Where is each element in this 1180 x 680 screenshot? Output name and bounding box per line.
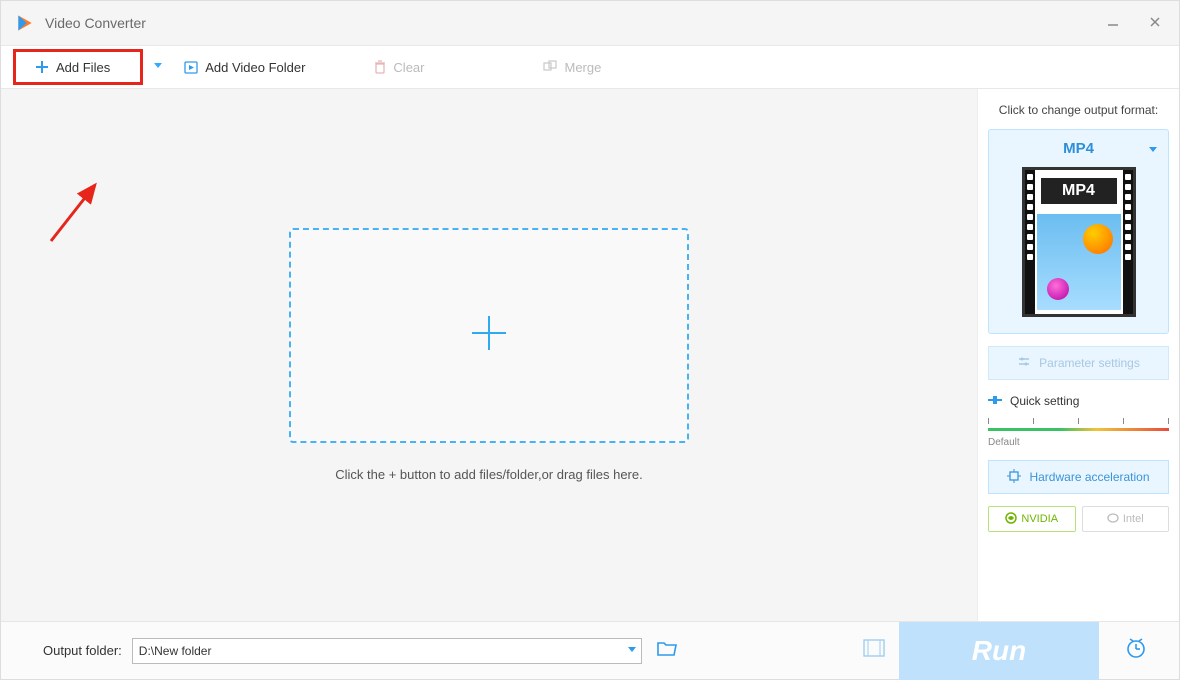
output-folder-path: D:\New folder (139, 644, 212, 658)
nvidia-chip[interactable]: NVIDIA (988, 506, 1076, 532)
quick-setting-icon (988, 394, 1002, 408)
minimize-button[interactable] (1103, 11, 1123, 35)
footer: Output folder: D:\New folder Run (1, 621, 1179, 679)
sliders-icon (1017, 355, 1031, 372)
body-area: Click the + button to add files/folder,o… (1, 89, 1179, 621)
intel-icon (1107, 512, 1119, 527)
hardware-acceleration-button[interactable]: Hardware acceleration (988, 460, 1169, 494)
side-panel: Click to change output format: MP4 MP4 P… (977, 89, 1179, 621)
output-folder-label: Output folder: (43, 643, 122, 658)
intel-chip[interactable]: Intel (1082, 506, 1170, 532)
hardware-accel-label: Hardware acceleration (1029, 470, 1149, 484)
chevron-down-icon (1148, 142, 1158, 160)
parameter-settings-button[interactable]: Parameter settings (988, 346, 1169, 380)
chip-icon (1007, 469, 1021, 486)
gpu-row: NVIDIA Intel (988, 506, 1169, 532)
slider-default-label: Default (988, 437, 1169, 448)
format-thumbnail: MP4 (1022, 167, 1136, 317)
plus-large-icon (466, 310, 512, 361)
dropzone-hint: Click the + button to add files/folder,o… (335, 467, 642, 482)
trash-icon (373, 59, 387, 75)
nvidia-label: NVIDIA (1021, 513, 1058, 525)
add-files-highlight: Add Files (13, 49, 143, 85)
nvidia-icon (1005, 512, 1017, 527)
add-files-label: Add Files (56, 60, 110, 75)
intel-label: Intel (1123, 513, 1144, 525)
app-title: Video Converter (45, 15, 1103, 31)
clear-button[interactable]: Clear (359, 55, 438, 79)
run-label: Run (972, 635, 1026, 667)
clear-label: Clear (393, 60, 424, 75)
run-button[interactable]: Run (899, 622, 1099, 680)
output-format-label: Click to change output format: (988, 103, 1169, 117)
quality-slider[interactable]: Default (988, 422, 1169, 448)
window-controls (1103, 11, 1165, 35)
main-panel: Click the + button to add files/folder,o… (1, 89, 977, 621)
output-folder-field[interactable]: D:\New folder (132, 638, 642, 664)
output-format-card[interactable]: MP4 MP4 (988, 129, 1169, 334)
format-thumb-label: MP4 (1041, 178, 1117, 204)
add-files-dropdown[interactable] (147, 58, 169, 76)
dropzone[interactable] (289, 228, 689, 443)
plus-icon (34, 59, 50, 75)
annotation-arrow-icon (41, 171, 111, 251)
titlebar: Video Converter (1, 1, 1179, 45)
open-folder-button[interactable] (652, 635, 682, 666)
quick-setting-row: Quick setting (988, 392, 1169, 410)
app-window: Video Converter Add Files Add Video Fold… (0, 0, 1180, 680)
format-name: MP4 (1063, 140, 1094, 157)
toolbar: Add Files Add Video Folder Clear Merge (1, 45, 1179, 89)
add-video-folder-label: Add Video Folder (205, 60, 305, 75)
close-button[interactable] (1145, 11, 1165, 35)
format-header: MP4 (989, 130, 1168, 157)
clock-icon (1124, 636, 1148, 665)
quick-setting-label: Quick setting (1010, 394, 1079, 408)
preview-icon[interactable] (859, 635, 889, 666)
app-logo-icon (15, 13, 35, 33)
output-folder-dropdown[interactable] (627, 644, 637, 658)
parameter-settings-label: Parameter settings (1039, 356, 1140, 370)
merge-label: Merge (565, 60, 602, 75)
add-files-button[interactable]: Add Files (26, 55, 130, 79)
folder-video-icon (183, 59, 199, 75)
schedule-button[interactable] (1109, 622, 1163, 680)
add-video-folder-button[interactable]: Add Video Folder (169, 55, 319, 79)
merge-button[interactable]: Merge (529, 55, 616, 79)
merge-icon (543, 59, 559, 75)
